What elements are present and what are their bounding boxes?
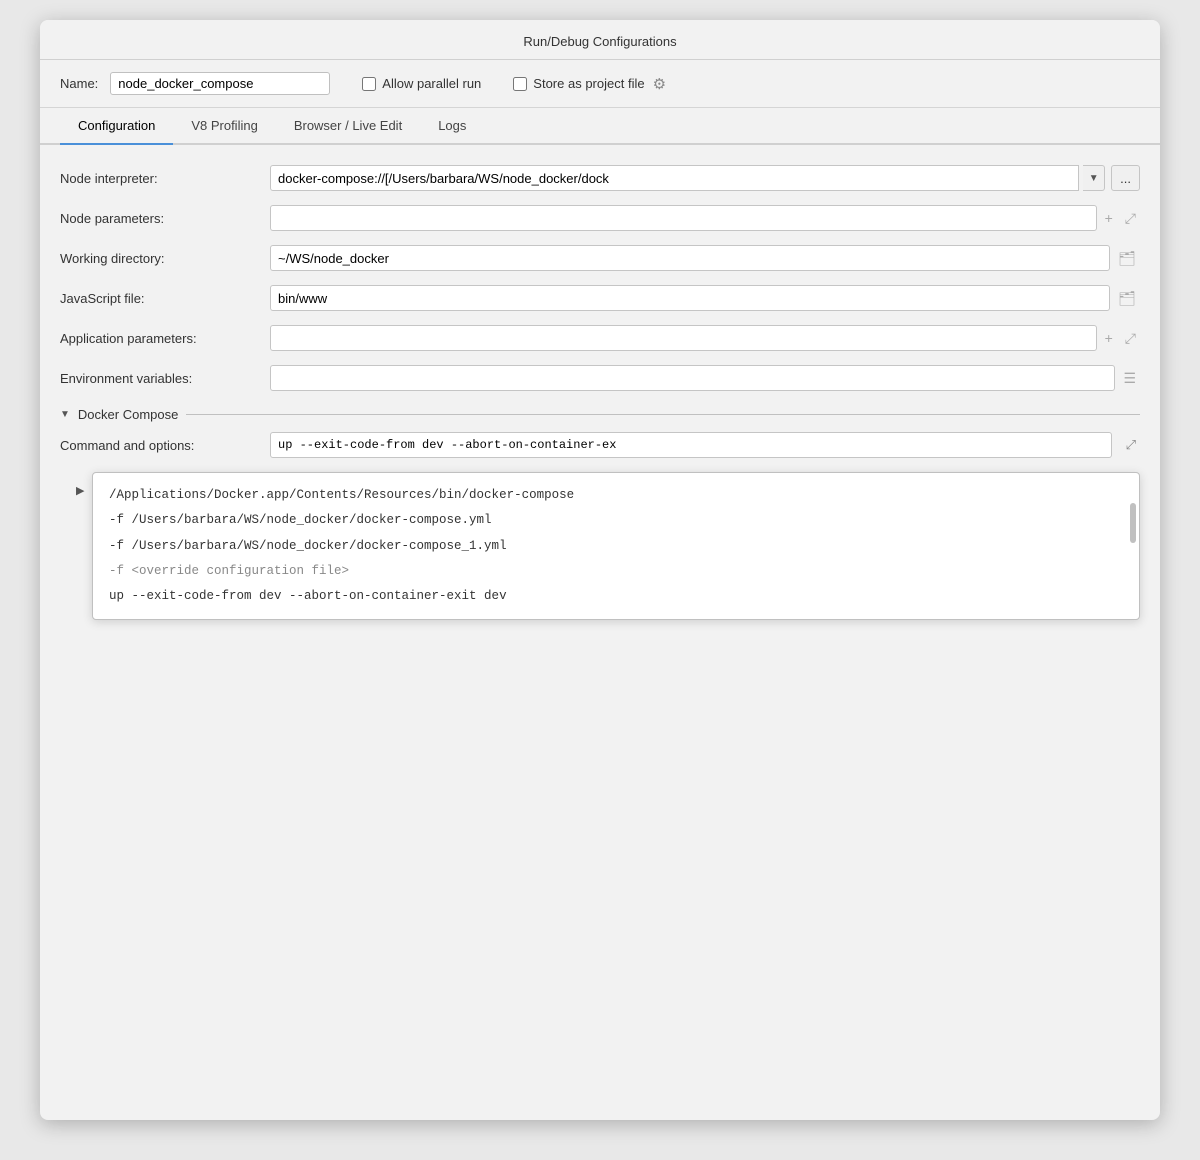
node-interpreter-browse-button[interactable]: ... <box>1111 165 1140 191</box>
autocomplete-line-3: -f <override configuration file> <box>93 559 1139 584</box>
folder-icon-js: 🗂 <box>1118 290 1136 306</box>
tab-browser-live-edit[interactable]: Browser / Live Edit <box>276 108 420 145</box>
application-parameters-add-button[interactable]: + <box>1101 328 1117 348</box>
node-parameters-field: + ⤢ <box>270 205 1140 231</box>
tab-configuration[interactable]: Configuration <box>60 108 173 145</box>
docker-compose-section: ▼ Docker Compose <box>60 407 1140 422</box>
node-parameters-input[interactable] <box>270 205 1097 231</box>
node-interpreter-field: ▼ ... <box>270 165 1140 191</box>
working-directory-field: 🗂 <box>270 245 1140 271</box>
tab-v8-profiling[interactable]: V8 Profiling <box>173 108 275 145</box>
tab-logs[interactable]: Logs <box>420 108 484 145</box>
node-parameters-add-button[interactable]: + <box>1101 208 1117 228</box>
autocomplete-line-4: up --exit-code-from dev --abort-on-conta… <box>93 584 1139 609</box>
dialog-title-text: Run/Debug Configurations <box>523 34 676 49</box>
content-area: Node interpreter: ▼ ... Node parameters:… <box>40 145 1160 640</box>
command-options-expand-button[interactable]: ⤢ <box>1122 435 1140 455</box>
environment-variables-input[interactable] <box>270 365 1115 391</box>
autocomplete-container: ▶ /Applications/Docker.app/Contents/Reso… <box>60 468 1140 620</box>
javascript-file-field: 🗂 <box>270 285 1140 311</box>
chevron-down-icon: ▼ <box>1089 173 1099 184</box>
command-options-input[interactable] <box>270 432 1112 458</box>
node-interpreter-row: Node interpreter: ▼ ... <box>60 165 1140 191</box>
node-parameters-expand-button[interactable]: ⤢ <box>1121 208 1140 229</box>
javascript-file-label: JavaScript file: <box>60 291 260 306</box>
working-directory-label: Working directory: <box>60 251 260 266</box>
application-parameters-row: Application parameters: + ⤢ <box>60 325 1140 351</box>
autocomplete-line-2: -f /Users/barbara/WS/node_docker/docker-… <box>93 534 1139 559</box>
folder-icon: 🗂 <box>1118 250 1136 266</box>
tabs-row: Configuration V8 Profiling Browser / Liv… <box>40 108 1160 145</box>
application-parameters-input[interactable] <box>270 325 1097 351</box>
autocomplete-expand-arrow[interactable]: ▶ <box>76 484 84 497</box>
name-label: Name: <box>60 76 98 91</box>
gear-icon[interactable]: ⚙ <box>653 75 666 93</box>
allow-parallel-label: Allow parallel run <box>382 76 481 91</box>
working-directory-row: Working directory: 🗂 <box>60 245 1140 271</box>
autocomplete-arrow-row: ▶ <box>60 478 92 503</box>
javascript-file-browse-button[interactable]: 🗂 <box>1114 288 1140 309</box>
autocomplete-box: /Applications/Docker.app/Contents/Resour… <box>92 472 1140 620</box>
working-directory-browse-button[interactable]: 🗂 <box>1114 248 1140 269</box>
node-parameters-row: Node parameters: + ⤢ <box>60 205 1140 231</box>
environment-variables-edit-button[interactable]: ☰ <box>1119 368 1140 389</box>
working-directory-input[interactable] <box>270 245 1110 271</box>
node-interpreter-label: Node interpreter: <box>60 171 260 186</box>
section-divider-line <box>186 414 1140 415</box>
section-collapse-icon[interactable]: ▼ <box>60 409 70 420</box>
allow-parallel-group: Allow parallel run <box>362 76 481 91</box>
node-interpreter-input[interactable] <box>270 165 1079 191</box>
run-debug-dialog: Run/Debug Configurations Name: Allow par… <box>40 20 1160 1120</box>
environment-variables-label: Environment variables: <box>60 371 260 386</box>
scrollbar-thumb[interactable] <box>1130 503 1136 543</box>
header-row: Name: Allow parallel run Store as projec… <box>40 60 1160 108</box>
allow-parallel-checkbox[interactable] <box>362 77 376 91</box>
application-parameters-field: + ⤢ <box>270 325 1140 351</box>
store-as-project-checkbox[interactable] <box>513 77 527 91</box>
node-parameters-label: Node parameters: <box>60 211 260 226</box>
application-parameters-expand-button[interactable]: ⤢ <box>1121 328 1140 349</box>
autocomplete-line-1: -f /Users/barbara/WS/node_docker/docker-… <box>93 508 1139 533</box>
application-parameters-label: Application parameters: <box>60 331 260 346</box>
docker-compose-label: Docker Compose <box>78 407 178 422</box>
javascript-file-row: JavaScript file: 🗂 <box>60 285 1140 311</box>
store-as-project-group: Store as project file ⚙ <box>513 75 666 93</box>
store-as-project-label: Store as project file <box>533 76 644 91</box>
node-interpreter-dropdown[interactable]: ▼ <box>1083 165 1105 191</box>
javascript-file-input[interactable] <box>270 285 1110 311</box>
command-options-label: Command and options: <box>60 438 260 453</box>
environment-variables-row: Environment variables: ☰ <box>60 365 1140 391</box>
name-input[interactable] <box>110 72 330 95</box>
dialog-title: Run/Debug Configurations <box>40 20 1160 60</box>
autocomplete-line-0: /Applications/Docker.app/Contents/Resour… <box>93 483 1139 508</box>
command-options-row: Command and options: ⤢ <box>60 432 1140 458</box>
environment-variables-field: ☰ <box>270 365 1140 391</box>
